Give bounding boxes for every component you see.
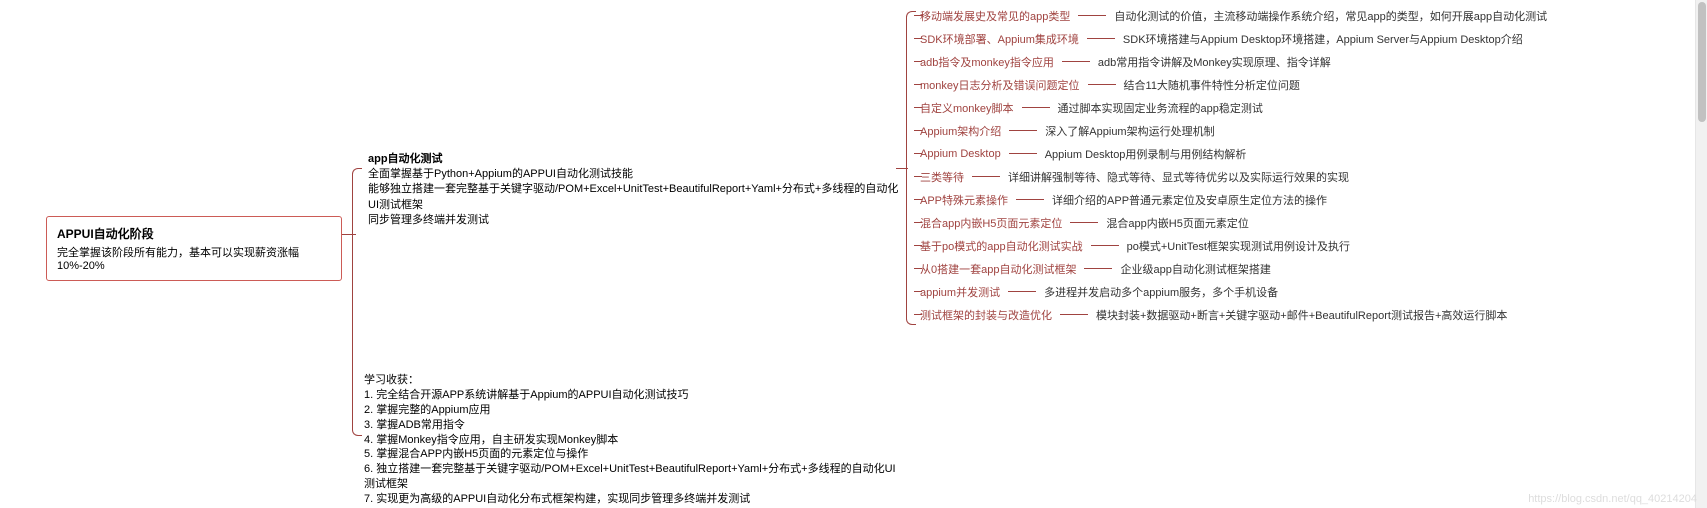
leaf-row-4[interactable]: 自定义monkey脚本 通过脚本实现固定业务流程的app稳定测试 <box>920 96 1547 119</box>
leaf-right-13: 模块封装+数据驱动+断言+关键字驱动+邮件+BeautifulReport测试报… <box>1096 307 1507 323</box>
leaf-row-1[interactable]: SDK环境部署、Appium集成环境 SDK环境搭建与Appium Desktop… <box>920 27 1547 50</box>
leaves-container: 移动端发展史及常见的app类型 自动化测试的价值，主流移动端操作系统介绍，常见ap… <box>920 4 1547 326</box>
scrollbar-thumb[interactable] <box>1698 2 1706 122</box>
leaf-stub-10 <box>914 245 922 246</box>
leaf-connector-8 <box>1016 199 1044 200</box>
leaf-stub-8 <box>914 199 922 200</box>
learn-block: 学习收获： 1. 完全结合开源APP系统讲解基于Appium的APPUI自动化测… <box>364 371 904 507</box>
leaf-right-7: 详细讲解强制等待、隐式等待、显式等待优劣以及实际运行效果的实现 <box>1008 169 1349 185</box>
mid-title: app自动化测试 <box>368 150 900 166</box>
leaf-right-5: 深入了解Appium架构运行处理机制 <box>1045 123 1214 139</box>
root-node[interactable]: APPUI自动化阶段 完全掌握该阶段所有能力，基本可以实现薪资涨幅10%-20% <box>46 216 342 281</box>
leaf-row-6[interactable]: Appium Desktop Appium Desktop用例录制与用例结构解析 <box>920 142 1547 165</box>
root-title: APPUI自动化阶段 <box>57 225 331 242</box>
leaf-left-6: Appium Desktop <box>920 148 1001 160</box>
leaf-left-0: 移动端发展史及常见的app类型 <box>920 8 1070 24</box>
leaf-row-11[interactable]: 从0搭建一套app自动化测试框架 企业级app自动化测试框架搭建 <box>920 257 1547 280</box>
leaf-connector-1 <box>1087 38 1115 39</box>
leaf-connector-0 <box>1078 15 1106 16</box>
leaf-row-10[interactable]: 基于po模式的app自动化测试实战 po模式+UnitTest框架实现测试用例设计… <box>920 234 1547 257</box>
learn-item-4: 5. 掌握混合APP内嵌H5页面的元素定位与操作 <box>364 447 904 462</box>
leaf-stub-0 <box>914 15 922 16</box>
leaf-stub-11 <box>914 268 922 269</box>
leaf-connector-13 <box>1060 314 1088 315</box>
leaf-right-1: SDK环境搭建与Appium Desktop环境搭建，Appium Server… <box>1123 31 1523 47</box>
leaf-left-5: Appium架构介绍 <box>920 123 1001 139</box>
learn-item-3: 4. 掌握Monkey指令应用，自主研发实现Monkey脚本 <box>364 433 904 448</box>
leaf-left-1: SDK环境部署、Appium集成环境 <box>920 31 1079 47</box>
leaf-right-11: 企业级app自动化测试框架搭建 <box>1120 261 1270 277</box>
leaf-right-8: 详细介绍的APP普通元素定位及安卓原生定位方法的操作 <box>1052 192 1327 208</box>
learn-item-0: 1. 完全结合开源APP系统讲解基于Appium的APPUI自动化测试技巧 <box>364 388 904 403</box>
leaf-connector-9 <box>1070 222 1098 223</box>
leaf-row-7[interactable]: 三类等待 详细讲解强制等待、隐式等待、显式等待优劣以及实际运行效果的实现 <box>920 165 1547 188</box>
leaf-left-13: 测试框架的封装与改造优化 <box>920 307 1052 323</box>
leaf-row-13[interactable]: 测试框架的封装与改造优化 模块封装+数据驱动+断言+关键字驱动+邮件+Beauti… <box>920 303 1547 326</box>
mid-node[interactable]: app自动化测试 全面掌握基于Python+Appium的APPUI自动化测试技… <box>364 148 904 231</box>
leaf-left-12: appium并发测试 <box>920 284 1000 300</box>
mid-line-0: 全面掌握基于Python+Appium的APPUI自动化测试技能 <box>368 167 900 182</box>
learn-item-5: 6. 独立搭建一套完整基于关键字驱动/POM+Excel+UnitTest+Be… <box>364 462 904 492</box>
leaf-right-6: Appium Desktop用例录制与用例结构解析 <box>1045 146 1247 162</box>
leaf-left-2: adb指令及monkey指令应用 <box>920 54 1054 70</box>
learn-item-1: 2. 掌握完整的Appium应用 <box>364 403 904 418</box>
leaf-left-11: 从0搭建一套app自动化测试框架 <box>920 261 1076 277</box>
leaf-stub-5 <box>914 130 922 131</box>
leaf-right-0: 自动化测试的价值，主流移动端操作系统介绍，常见app的类型，如何开展app自动化… <box>1114 8 1547 24</box>
leaf-connector-7 <box>972 176 1000 177</box>
leaf-connector-12 <box>1008 291 1036 292</box>
leaf-stub-6 <box>914 153 922 154</box>
leaf-left-9: 混合app内嵌H5页面元素定位 <box>920 215 1062 231</box>
leaf-connector-10 <box>1091 245 1119 246</box>
leaf-row-0[interactable]: 移动端发展史及常见的app类型 自动化测试的价值，主流移动端操作系统介绍，常见ap… <box>920 4 1547 27</box>
leaf-stub-1 <box>914 38 922 39</box>
bracket-root <box>352 168 362 436</box>
leaf-left-8: APP特殊元素操作 <box>920 192 1008 208</box>
leaf-right-2: adb常用指令讲解及Monkey实现原理、指令详解 <box>1098 54 1331 70</box>
learn-item-6: 7. 实现更为高级的APPUI自动化分布式框架构建，实现同步管理多终端并发测试 <box>364 492 904 507</box>
leaf-left-4: 自定义monkey脚本 <box>920 100 1014 116</box>
leaf-connector-5 <box>1009 130 1037 131</box>
leaf-stub-9 <box>914 222 922 223</box>
leaf-connector-3 <box>1088 84 1116 85</box>
leaf-connector-6 <box>1009 153 1037 154</box>
leaf-right-4: 通过脚本实现固定业务流程的app稳定测试 <box>1058 100 1263 116</box>
leaf-left-10: 基于po模式的app自动化测试实战 <box>920 238 1083 254</box>
leaf-stub-4 <box>914 107 922 108</box>
leaf-left-7: 三类等待 <box>920 169 964 185</box>
leaf-stub-7 <box>914 176 922 177</box>
mid-line-1: 能够独立搭建一套完整基于关键字驱动/POM+Excel+UnitTest+Bea… <box>368 182 900 213</box>
leaf-right-12: 多进程并发启动多个appium服务，多个手机设备 <box>1044 284 1278 300</box>
watermark: https://blog.csdn.net/qq_40214204 <box>1528 493 1697 505</box>
learn-item-2: 3. 掌握ADB常用指令 <box>364 418 904 433</box>
leaf-row-2[interactable]: adb指令及monkey指令应用 adb常用指令讲解及Monkey实现原理、指令详… <box>920 50 1547 73</box>
leaf-right-9: 混合app内嵌H5页面元素定位 <box>1106 215 1248 231</box>
leaf-row-5[interactable]: Appium架构介绍 深入了解Appium架构运行处理机制 <box>920 119 1547 142</box>
leaf-left-3: monkey日志分析及错误问题定位 <box>920 77 1080 93</box>
root-subtitle: 完全掌握该阶段所有能力，基本可以实现薪资涨幅10%-20% <box>57 244 331 272</box>
leaf-stub-13 <box>914 314 922 315</box>
leaf-row-9[interactable]: 混合app内嵌H5页面元素定位 混合app内嵌H5页面元素定位 <box>920 211 1547 234</box>
leaf-row-3[interactable]: monkey日志分析及错误问题定位 结合11大随机事件特性分析定位问题 <box>920 73 1547 96</box>
leaf-right-3: 结合11大随机事件特性分析定位问题 <box>1124 77 1300 93</box>
connector-mid <box>896 168 908 169</box>
scrollbar-track[interactable] <box>1695 0 1707 508</box>
mid-line-2: 同步管理多终端并发测试 <box>368 213 900 228</box>
leaf-connector-2 <box>1062 61 1090 62</box>
leaf-row-12[interactable]: appium并发测试 多进程并发启动多个appium服务，多个手机设备 <box>920 280 1547 303</box>
leaf-connector-4 <box>1022 107 1050 108</box>
leaf-row-8[interactable]: APP特殊元素操作 详细介绍的APP普通元素定位及安卓原生定位方法的操作 <box>920 188 1547 211</box>
learn-title: 学习收获： <box>364 371 904 387</box>
leaf-stub-3 <box>914 84 922 85</box>
leaf-stub-2 <box>914 61 922 62</box>
leaf-stub-12 <box>914 291 922 292</box>
leaf-right-10: po模式+UnitTest框架实现测试用例设计及执行 <box>1127 238 1350 254</box>
leaf-connector-11 <box>1084 268 1112 269</box>
